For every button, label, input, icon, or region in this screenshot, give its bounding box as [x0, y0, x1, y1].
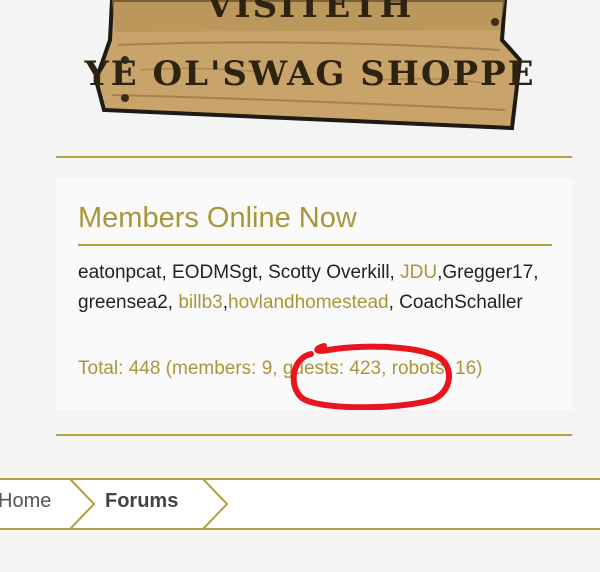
- member-separator: ,: [257, 262, 269, 283]
- member-separator: ,: [161, 262, 173, 283]
- breadcrumb-forums-link[interactable]: Forums: [105, 490, 178, 513]
- member-separator: ,: [167, 292, 179, 313]
- member-link[interactable]: greensea2: [78, 292, 168, 313]
- member-link[interactable]: Gregger17: [442, 262, 533, 283]
- member-link[interactable]: EODMSgt: [172, 262, 258, 283]
- breadcrumb-home-link[interactable]: Home: [0, 490, 51, 513]
- banner-line2: YE OL'SWAG SHOPPE: [84, 54, 536, 94]
- member-link[interactable]: CoachSchaller: [399, 292, 523, 313]
- widget-title[interactable]: Members Online Now: [78, 202, 357, 235]
- member-link[interactable]: hovlandhomestead: [228, 292, 389, 313]
- member-link[interactable]: JDU: [400, 262, 437, 283]
- member-link[interactable]: billb3: [178, 292, 222, 313]
- shop-banner[interactable]: VISITETH YE OL'SWAG SHOPPE: [0, 0, 600, 140]
- breadcrumb-chevrons: [0, 478, 600, 530]
- section-divider-top: [56, 156, 572, 158]
- widget-title-underline: [78, 244, 552, 246]
- section-divider-bottom: [56, 434, 572, 436]
- member-separator: ,: [389, 262, 401, 283]
- banner-line1: VISITETH: [206, 0, 414, 26]
- member-link[interactable]: Scotty Overkill: [268, 262, 389, 283]
- member-link[interactable]: eatonpcat: [78, 262, 161, 283]
- breadcrumb: Home Forums: [0, 478, 600, 530]
- members-list: eatonpcat, EODMSgt, Scotty Overkill, JDU…: [78, 258, 558, 318]
- members-online-widget: Members Online Now eatonpcat, EODMSgt, S…: [56, 178, 572, 410]
- member-separator: ,: [533, 262, 539, 283]
- member-separator: ,: [388, 292, 400, 313]
- online-totals: Total: 448 (members: 9, guests: 423, rob…: [78, 358, 483, 379]
